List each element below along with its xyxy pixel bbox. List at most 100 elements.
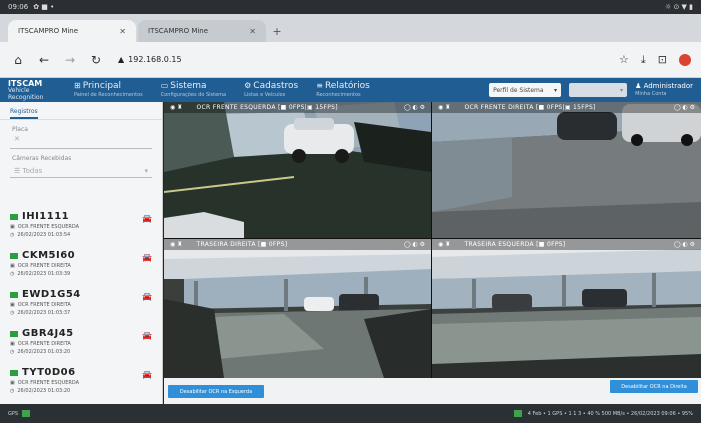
reload-icon[interactable]: ↻ (88, 52, 104, 68)
os-status-icons: ✿ ■ • (33, 3, 55, 11)
browser-menu-icon[interactable] (679, 53, 691, 66)
camera-image (432, 102, 701, 238)
tab-label: ITSCAMPRO Mine (18, 27, 79, 35)
camera-icon: ▣ (10, 341, 15, 347)
home-icon[interactable]: ⌂ (10, 52, 26, 68)
car-icon: 🚘 (142, 214, 152, 223)
camera-header: ◉ ♜ TRASEIRA DIREITA [■ 0FPS] ◯ ◐ ⚙ (164, 239, 431, 250)
os-right-icons: ☼ ⊙ ▼ ▮ (664, 3, 693, 11)
camera-icon: ▣ (10, 302, 15, 308)
plate-icon (10, 330, 18, 337)
camera-icon: ▣ (10, 380, 15, 386)
list-item[interactable]: GBR4J45 ▣ OCR FRENTE DIREITA ◷ 26/02/2023 … (0, 325, 162, 364)
security-warning-icon[interactable]: ▲ (118, 55, 124, 64)
new-tab-icon[interactable]: + (268, 22, 286, 40)
disable-ocr-right-button[interactable]: Desabilitar OCR na Direita (610, 380, 698, 393)
plate-icon (10, 252, 18, 259)
camera-controls-icon[interactable]: ◯ ◐ ⚙ (674, 104, 695, 111)
snapshot-icon[interactable]: ◉ ♜ (438, 104, 451, 111)
camera-grid: ◉ ♜ OCR FRENTE ESQUERDA [■ 0FPS|▣ 15FPS]… (164, 102, 701, 378)
browser-tab-1[interactable]: ITSCAMPRO Mine ✕ (8, 20, 136, 42)
chevron-down-icon: ▾ (144, 166, 148, 175)
list-item[interactable]: TYT0D06 ▣ OCR FRENTE ESQUERDA ◷ 26/02/2023… (0, 364, 162, 403)
camera-image (432, 239, 701, 378)
camera-icon: ▣ (10, 224, 15, 230)
menu-cadastros[interactable]: ⚙ Cadastros Listas e Veículos (244, 81, 298, 100)
records-panel: Registros Placa ✕ Câmeras Recebidas ☰ To… (0, 102, 163, 404)
os-clock: 09:06 (8, 3, 29, 11)
list-item[interactable]: CKM5I60 ▣ OCR FRENTE DIREITA ◷ 26/02/2023 … (0, 247, 162, 286)
camera-feed-rear-right[interactable]: ◉ ♜ TRASEIRA DIREITA [■ 0FPS] ◯ ◐ ⚙ (164, 239, 431, 378)
clear-icon[interactable]: ✕ (14, 135, 20, 143)
profile-select[interactable]: Perfil de Sistema ▾ (489, 83, 562, 97)
disable-ocr-left-button[interactable]: Desabilitar OCR na Esquerda (168, 385, 264, 398)
camera-filter-label: Câmeras Recebidas (12, 155, 72, 162)
user-icon: ♟ (635, 82, 644, 90)
clock-icon: ◷ (10, 388, 15, 394)
secondary-select[interactable]: ▾ (569, 83, 628, 97)
clock-icon: ◷ (10, 349, 15, 355)
camera-image (164, 102, 431, 238)
menu-sistema[interactable]: ▭ Sistema Configurações do Sistema (161, 81, 226, 100)
car-icon: 🚘 (142, 253, 152, 262)
camera-feed-rear-left[interactable]: ◉ ♜ TRASEIRA ESQUERDA [■ 0FPS] ◯ ◐ ⚙ (432, 239, 701, 378)
relatorios-icon: ≡ (316, 80, 323, 90)
tabs-count-icon[interactable]: ⊡ (658, 53, 667, 66)
close-tab-icon[interactable]: ✕ (249, 27, 256, 36)
app-header: ITSCAM Vehicle Recognition ⊞ Principal Pa… (0, 78, 701, 102)
app-logo[interactable]: ITSCAM Vehicle Recognition (8, 79, 60, 101)
camera-image (164, 239, 431, 378)
car-icon: 🚘 (142, 331, 152, 340)
snapshot-icon[interactable]: ◉ ♜ (170, 241, 183, 248)
gps-status-label: GPS (8, 410, 19, 417)
menu-principal[interactable]: ⊞ Principal Painel de Reconhecimentos (74, 81, 143, 100)
sistema-icon: ▭ (160, 80, 169, 90)
clock-icon: ◷ (10, 271, 15, 277)
list-item[interactable]: IHI1111 ▣ OCR FRENTE ESQUERDA ◷ 26/02/2023… (0, 208, 162, 247)
close-tab-icon[interactable]: ✕ (119, 27, 126, 36)
system-status-text: 4 Feb • 1 GPS • 1 1 3 • 40 % 500 MB/s • … (527, 410, 693, 417)
plate-filter-label: Placa (12, 126, 28, 133)
camera-controls-icon[interactable]: ◯ ◐ ⚙ (404, 104, 425, 111)
car-icon: 🚘 (142, 370, 152, 379)
bookmark-star-icon[interactable]: ☆ (619, 53, 629, 66)
status-indicator (513, 410, 522, 417)
main-menu: ⊞ Principal Painel de Reconhecimentos ▭ Si… (74, 81, 370, 100)
tab-label: ITSCAMPRO Mine (148, 27, 209, 35)
camera-filter-select[interactable]: ☰ Todas ▾ (10, 164, 152, 178)
forward-icon[interactable]: → (62, 52, 78, 68)
camera-header: ◉ ♜ TRASEIRA ESQUERDA [■ 0FPS] ◯ ◐ ⚙ (432, 239, 701, 250)
car-icon: 🚘 (142, 292, 152, 301)
browser-address-bar: ⌂ ← → ↻ ▲ 192.168.0.15 ☆ ⤓ ⊡ (0, 42, 701, 78)
screen: 09:06 ✿ ■ • ☼ ⊙ ▼ ▮ ITSCAMPRO Mine ✕ ITS… (0, 0, 701, 423)
gps-status-indicator (22, 410, 31, 417)
menu-relatorios[interactable]: ≡ Relatórios Reconhecimentos (316, 81, 370, 100)
plate-icon (10, 369, 18, 376)
clock-icon: ◷ (10, 310, 15, 316)
camera-feed-front-right[interactable]: ◉ ♜ OCR FRENTE DIREITA [■ 0FPS|▣ 15FPS] … (432, 102, 701, 238)
snapshot-icon[interactable]: ◉ ♜ (438, 241, 451, 248)
download-icon[interactable]: ⤓ (641, 53, 646, 67)
admin-account[interactable]: ♟ Administrador Minha Conta (635, 82, 693, 98)
clock-icon: ◷ (10, 232, 15, 238)
plate-icon (10, 213, 18, 220)
principal-icon: ⊞ (74, 80, 81, 90)
url-text: 192.168.0.15 (128, 55, 182, 64)
browser-tab-2[interactable]: ITSCAMPRO Mine ✕ (138, 20, 266, 42)
chevron-down-icon: ▾ (554, 86, 558, 94)
os-status-bar: 09:06 ✿ ■ • ☼ ⊙ ▼ ▮ (0, 0, 701, 14)
camera-icon: ▣ (10, 263, 15, 269)
snapshot-icon[interactable]: ◉ ♜ (170, 104, 183, 111)
plate-filter-input[interactable]: ✕ (10, 135, 152, 149)
ocr-button-bar: Desabilitar OCR na Esquerda Desabilitar … (164, 378, 701, 404)
camera-controls-icon[interactable]: ◯ ◐ ⚙ (404, 241, 425, 248)
camera-controls-icon[interactable]: ◯ ◐ ⚙ (674, 241, 695, 248)
list-icon: ☰ (14, 166, 23, 175)
list-item[interactable]: EWD1G54 ▣ OCR FRENTE DIREITA ◷ 26/02/2023 … (0, 286, 162, 325)
chevron-down-icon: ▾ (620, 86, 624, 94)
url-field[interactable]: ▲ 192.168.0.15 (118, 55, 182, 64)
tab-registros[interactable]: Registros (0, 102, 162, 120)
camera-feed-front-left[interactable]: ◉ ♜ OCR FRENTE ESQUERDA [■ 0FPS|▣ 15FPS]… (164, 102, 431, 238)
camera-header: ◉ ♜ OCR FRENTE DIREITA [■ 0FPS|▣ 15FPS] … (432, 102, 701, 113)
back-icon[interactable]: ← (36, 52, 52, 68)
